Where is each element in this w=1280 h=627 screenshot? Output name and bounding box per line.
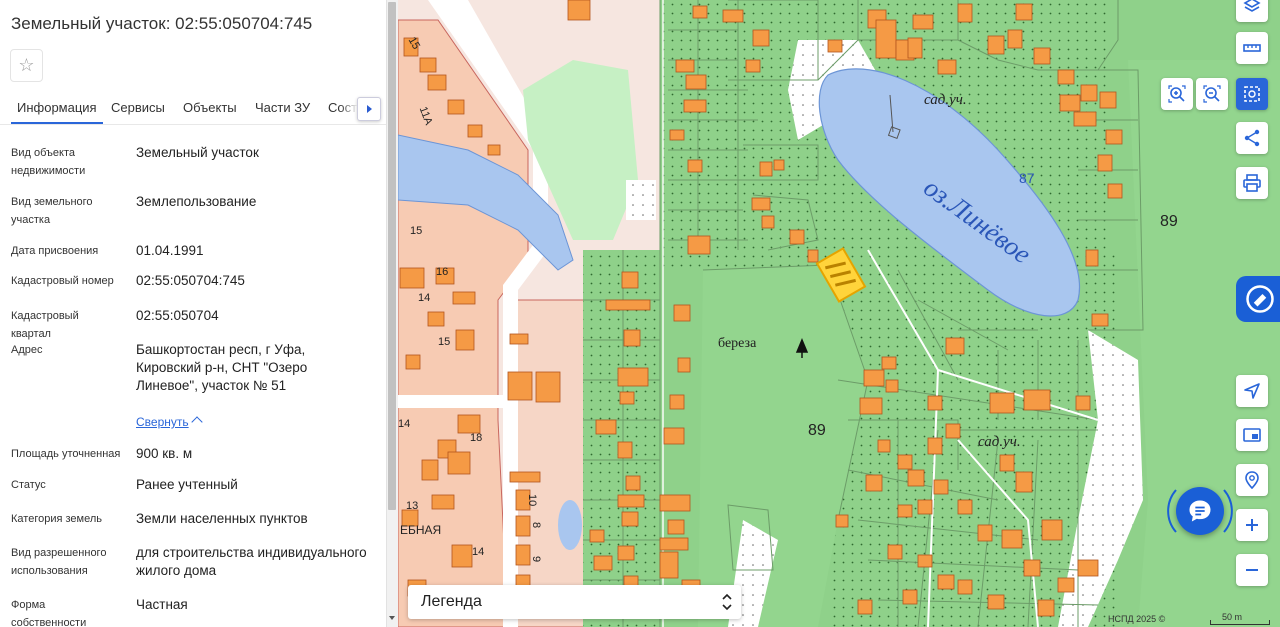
legend-dropdown[interactable]: Легенда xyxy=(408,585,741,619)
house-number-9: 9 xyxy=(530,556,542,563)
ruler-icon xyxy=(1243,44,1261,52)
tabs-next-button[interactable] xyxy=(357,97,381,121)
house-number-18: 18 xyxy=(470,432,483,444)
house-number-15b: 15 xyxy=(410,225,423,237)
scale-label: 50 m xyxy=(1222,612,1243,622)
house-number-15c: 15 xyxy=(438,336,451,348)
house-number-14c: 14 xyxy=(472,546,485,558)
field-label: Форма собственности xyxy=(11,599,87,627)
layers-icon xyxy=(1243,0,1261,12)
print-icon xyxy=(1243,174,1261,192)
field-label: Площадь уточненная xyxy=(11,448,121,460)
field-value: Башкортостан респ, г Уфа, Кировский р-н,… xyxy=(136,342,308,393)
map-attribution: НСПД 2025 © xyxy=(1108,614,1166,624)
field-label: Вид объекта недвижимости xyxy=(11,147,86,177)
chat-icon xyxy=(1189,500,1211,522)
field-label: Кадастровый номер xyxy=(11,275,114,287)
field-label: Вид земельного участка xyxy=(11,196,93,226)
geo-search-button[interactable] xyxy=(1236,464,1268,496)
field-value: Частная xyxy=(136,597,188,612)
field-value: для строительства индивидуального жилого… xyxy=(136,545,367,578)
tab-services[interactable]: Сервисы xyxy=(111,100,165,115)
sad-label-2: сад.уч. xyxy=(978,434,1021,450)
select-area-icon xyxy=(1244,86,1260,102)
house-number-8: 8 xyxy=(530,522,542,529)
field-value: 01.04.1991 xyxy=(136,243,204,258)
locate-icon xyxy=(1244,383,1260,399)
field-label: Статус xyxy=(11,479,46,491)
zoom-out-button[interactable] xyxy=(1236,554,1268,586)
zoom-area-out-button[interactable] xyxy=(1196,78,1228,110)
map-canvas[interactable] xyxy=(398,0,1280,627)
field-label: Дата присвоения xyxy=(11,245,99,257)
field-value: Землепользование xyxy=(136,194,257,209)
tab-parts[interactable]: Части ЗУ xyxy=(255,100,310,115)
field-value: 02:55:050704 xyxy=(136,308,219,323)
tab-objects[interactable]: Объекты xyxy=(183,100,237,115)
layers-button[interactable] xyxy=(1236,0,1268,22)
tab-bar: Информация Сервисы Объекты Части ЗУ Сост… xyxy=(0,92,386,125)
map-view[interactable]: оз.Линёвое сад.уч. сад.уч. береза 87 89 … xyxy=(398,0,1280,627)
share-button[interactable] xyxy=(1236,122,1268,154)
field-value: Земли населенных пунктов xyxy=(136,511,308,526)
info-panel: Земельный участок: 02:55:050704:745 ☆ Ин… xyxy=(0,0,386,627)
height-89-label-center: 89 xyxy=(808,422,826,439)
field-value: 900 кв. м xyxy=(136,446,193,461)
share-icon xyxy=(1244,129,1260,147)
height-87-label: 87 xyxy=(1019,170,1035,186)
scroll-down-icon[interactable] xyxy=(389,616,395,620)
legend-label: Легенда xyxy=(421,593,482,610)
panel-scrollbar-thumb[interactable] xyxy=(388,2,396,510)
collapse-link[interactable]: Свернуть xyxy=(136,415,189,429)
sad-label-1: сад.уч. xyxy=(924,92,967,108)
house-number-14: 14 xyxy=(418,292,431,304)
field-label: Кадастровый квартал xyxy=(11,310,79,340)
field-label: Вид разрешенного использования xyxy=(11,547,107,577)
panel-title: Земельный участок: 02:55:050704:745 xyxy=(11,14,313,33)
house-number-14b: 14 xyxy=(398,418,411,430)
tab-info[interactable]: Информация xyxy=(11,100,103,124)
height-89-label-right: 89 xyxy=(1160,213,1178,230)
star-icon: ☆ xyxy=(18,55,35,75)
field-value: Ранее учтенный xyxy=(136,477,238,492)
chevron-right-icon xyxy=(366,105,372,113)
assistant-button[interactable] xyxy=(1236,276,1280,322)
geo-search-icon xyxy=(1245,471,1259,490)
minus-icon xyxy=(1246,569,1258,571)
chat-button[interactable] xyxy=(1176,487,1224,535)
chevron-up-icon xyxy=(191,416,203,428)
assistant-icon xyxy=(1246,285,1274,313)
select-area-button[interactable] xyxy=(1236,78,1268,110)
zoom-area-in-icon xyxy=(1168,85,1186,103)
field-value: 02:55:050704:745 xyxy=(136,273,245,288)
zoom-in-button[interactable] xyxy=(1236,509,1268,541)
minimap-button[interactable] xyxy=(1236,419,1268,451)
tab-fade xyxy=(340,92,358,122)
house-number-16: 16 xyxy=(436,266,449,278)
chevron-up-down-icon xyxy=(722,593,732,611)
minimap-icon xyxy=(1243,428,1261,442)
field-value: Земельный участок xyxy=(136,145,259,160)
field-label: Категория земель xyxy=(11,513,102,525)
house-number-10: 10 xyxy=(526,494,538,507)
field-label: Адрес xyxy=(11,344,43,356)
zoom-area-in-button[interactable] xyxy=(1161,78,1193,110)
zoom-area-out-icon xyxy=(1203,85,1221,103)
ruler-button[interactable] xyxy=(1236,32,1268,64)
locate-button[interactable] xyxy=(1236,375,1268,407)
street-label: ЕБНАЯ xyxy=(400,523,442,537)
favorite-button[interactable]: ☆ xyxy=(10,49,43,82)
print-button[interactable] xyxy=(1236,167,1268,199)
bereza-label: береза xyxy=(718,336,757,351)
house-number-13: 13 xyxy=(406,500,419,512)
plus-icon xyxy=(1246,519,1258,531)
app: Земельный участок: 02:55:050704:745 ☆ Ин… xyxy=(0,0,1280,627)
